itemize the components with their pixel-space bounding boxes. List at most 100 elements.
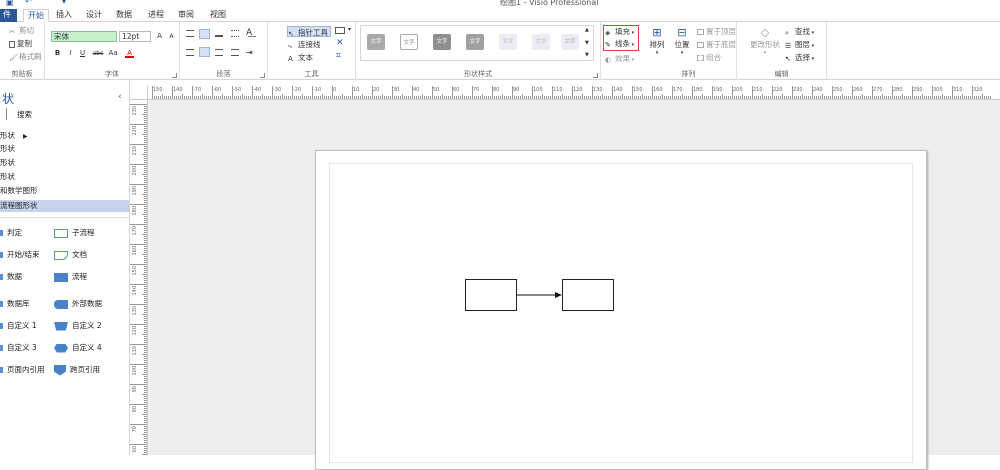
copy-button[interactable]: 复制 [9,38,32,49]
send-to-back-button[interactable]: 置于底层 [697,39,736,50]
gallery-up-icon[interactable]: ▲ [585,27,589,33]
arrange-button[interactable]: ⊞ 排列 ▾ [646,26,668,56]
stencil-custom-3[interactable]: 自定义 3 [0,341,37,355]
gallery-down-icon[interactable]: ▼ [585,40,589,46]
stencil-external-data[interactable]: 外部数据 [54,297,102,311]
shape-dropdown-icon[interactable]: ▾ [348,26,351,33]
justify-icon[interactable] [231,49,239,56]
tab-design[interactable]: 设计 [84,9,104,22]
stencil-process[interactable]: 流程 [54,270,87,284]
style-swatch-2[interactable]: 文字 [400,34,418,50]
category-4[interactable]: 形状 [0,171,15,183]
select-button[interactable]: ↖ 选择 ▾ [785,52,814,63]
align-top-icon[interactable] [186,30,194,37]
format-painter-button[interactable]: 🖌格式刷 [9,51,42,62]
layers-button[interactable]: ☰ 图层 ▾ [785,39,814,50]
grow-font-icon[interactable]: A [155,32,164,41]
fill-button[interactable]: ◈ 填充 ▾ [605,26,634,37]
align-right-icon[interactable] [215,49,223,56]
ruler-tick [384,96,385,99]
style-swatch-7[interactable]: 文字 [561,34,579,50]
align-bottom-icon[interactable] [215,30,223,37]
ruler-tick [672,86,673,99]
tab-review[interactable]: 审阅 [176,9,196,22]
bullets-icon[interactable] [231,30,239,37]
pointer-tool-button[interactable]: ↖ 指针工具 [287,26,331,38]
line-button[interactable]: ✎ 线条 ▾ [605,38,634,49]
style-swatch-6[interactable]: 文字 [532,34,550,50]
style-swatch-1[interactable]: 文字 [367,34,385,50]
stencil-custom-1[interactable]: 自定义 1 [0,319,37,333]
stencil-custom-2[interactable]: 自定义 2 [54,319,102,333]
gallery-more-icon[interactable]: ▼ [585,52,589,58]
font-size-select[interactable]: 12pt [119,31,151,42]
ruler-label: -10 [313,87,322,93]
align-middle-icon[interactable] [199,29,210,39]
collapse-pane-icon[interactable]: ‹ [118,92,122,102]
connector-arrow[interactable] [517,289,563,301]
drawing-page[interactable] [315,150,927,470]
save-icon[interactable]: ▣ [6,0,14,7]
category-2[interactable]: 形状 [0,143,15,155]
process-box-1[interactable] [465,279,517,311]
cut-button[interactable]: ✂ 剪切 [9,25,34,36]
align-left-icon[interactable] [186,49,194,56]
stencil-decision[interactable]: 判定 [0,226,22,240]
style-swatch-3[interactable]: 文字 [433,34,451,50]
shape-styles-dialog-launcher[interactable] [593,73,598,78]
stencil-subprocess[interactable]: 子流程 [54,226,95,240]
effect-button[interactable]: ◐ 效果 ▾ [605,53,634,64]
ruler-tick [224,96,225,99]
indent-icon[interactable]: ⇥ [246,48,253,57]
stencil-data[interactable]: 数据 [0,270,22,284]
style-swatch-4[interactable]: 文字 [466,34,484,50]
text-direction-icon[interactable]: A͟ [246,28,252,38]
font-dialog-launcher[interactable] [172,73,177,78]
stencil-on-page-ref[interactable]: 页面内引用 [0,363,45,377]
stencil-database[interactable]: 数据库 [0,297,30,311]
italic-button[interactable]: I [66,49,75,58]
strikethrough-button[interactable]: abc [90,49,106,58]
find-button[interactable]: ⌕ 查找 ▾ [785,26,814,37]
tab-view[interactable]: 视图 [208,9,228,22]
undo-icon[interactable]: ↶ [25,0,32,6]
rectangle-shape-icon[interactable] [335,27,345,34]
category-more-shapes[interactable]: 形状 ▶ [0,130,28,142]
category-flowchart[interactable]: 流程图形状 [0,200,129,212]
connection-point-icon[interactable]: ⌗ [336,51,341,61]
search-tab[interactable]: 搜索 [17,109,32,120]
style-swatch-5[interactable]: 文字 [499,34,517,50]
tab-insert[interactable]: 插入 [54,9,74,22]
position-button[interactable]: ⊟ 位置 ▾ [671,26,693,56]
bring-to-front-button[interactable]: 置于顶层 [697,26,736,37]
category-math[interactable]: 和数学图形 [0,185,38,197]
change-case-button[interactable]: Aa [106,49,120,58]
tab-data[interactable]: 数据 [114,9,134,22]
close-icon[interactable]: ✕ [336,38,344,48]
change-shape-button[interactable]: ◇ 更改形状 ▾ [747,26,783,56]
stencil-document[interactable]: 文档 [54,248,87,262]
drawing-canvas[interactable] [148,100,1000,470]
bold-button[interactable]: B [53,49,62,58]
connector-button[interactable]: ⤷ 连接线 [288,39,321,50]
font-family-select[interactable]: 宋体 [51,31,117,42]
ruler-tick [264,96,265,99]
stencil-custom-4[interactable]: 自定义 4 [54,341,102,355]
category-3[interactable]: 形状 [0,157,15,169]
ruler-tick [434,96,435,99]
tab-file[interactable]: 件 [0,9,17,22]
shrink-font-icon[interactable]: A [167,32,176,41]
stencil-off-page-ref[interactable]: 跨页引用 [54,363,100,377]
quick-access-dropdown-icon[interactable]: ▾ [62,0,66,6]
font-color-button[interactable]: A [125,49,134,58]
text-tool-button[interactable]: A 文本 [288,52,313,63]
stencil-start-end[interactable]: 开始/结束 [0,248,40,262]
process-box-2[interactable] [562,279,614,311]
ruler-tick [688,96,689,99]
group-button[interactable]: 组合 [697,52,721,63]
underline-button[interactable]: U [78,49,87,58]
tab-home[interactable]: 开始 [23,9,49,22]
tab-process[interactable]: 进程 [146,9,166,22]
paragraph-dialog-launcher[interactable] [260,73,265,78]
align-center-icon[interactable] [199,47,210,57]
